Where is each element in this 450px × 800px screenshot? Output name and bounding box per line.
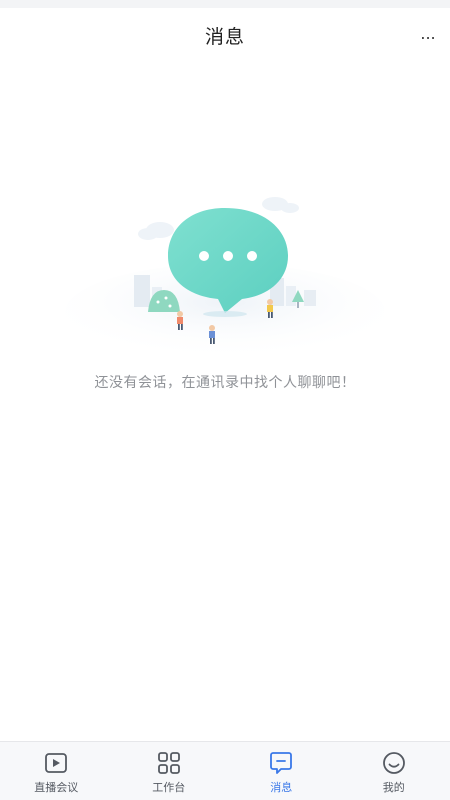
empty-state-message: 还没有会话，在通讯录中找个人聊聊吧！ <box>94 375 356 391</box>
page-title: 消息 <box>204 26 245 48</box>
header: 消息 ... <box>0 8 450 64</box>
tab-profile[interactable]: 我的 <box>338 742 450 800</box>
live-meeting-icon <box>45 753 68 773</box>
status-strip <box>0 0 450 8</box>
tab-live-meeting[interactable]: 直播会议 <box>0 742 113 800</box>
message-icon <box>270 752 293 774</box>
bottom-tab-bar: 直播会议 工作台 消息 我的 <box>0 741 450 800</box>
tab-label-workbench: 工作台 <box>152 781 186 794</box>
tab-label-messages: 消息 <box>270 781 293 794</box>
tab-label-live-meeting: 直播会议 <box>34 781 79 794</box>
more-options-button[interactable]: ... <box>416 22 440 46</box>
chat-bubble-illustration <box>65 197 385 360</box>
tab-label-profile: 我的 <box>382 781 405 794</box>
tab-workbench[interactable]: 工作台 <box>113 742 226 800</box>
tab-messages[interactable]: 消息 <box>225 742 338 800</box>
workbench-grid-icon <box>157 752 180 774</box>
profile-smile-icon <box>382 752 405 774</box>
